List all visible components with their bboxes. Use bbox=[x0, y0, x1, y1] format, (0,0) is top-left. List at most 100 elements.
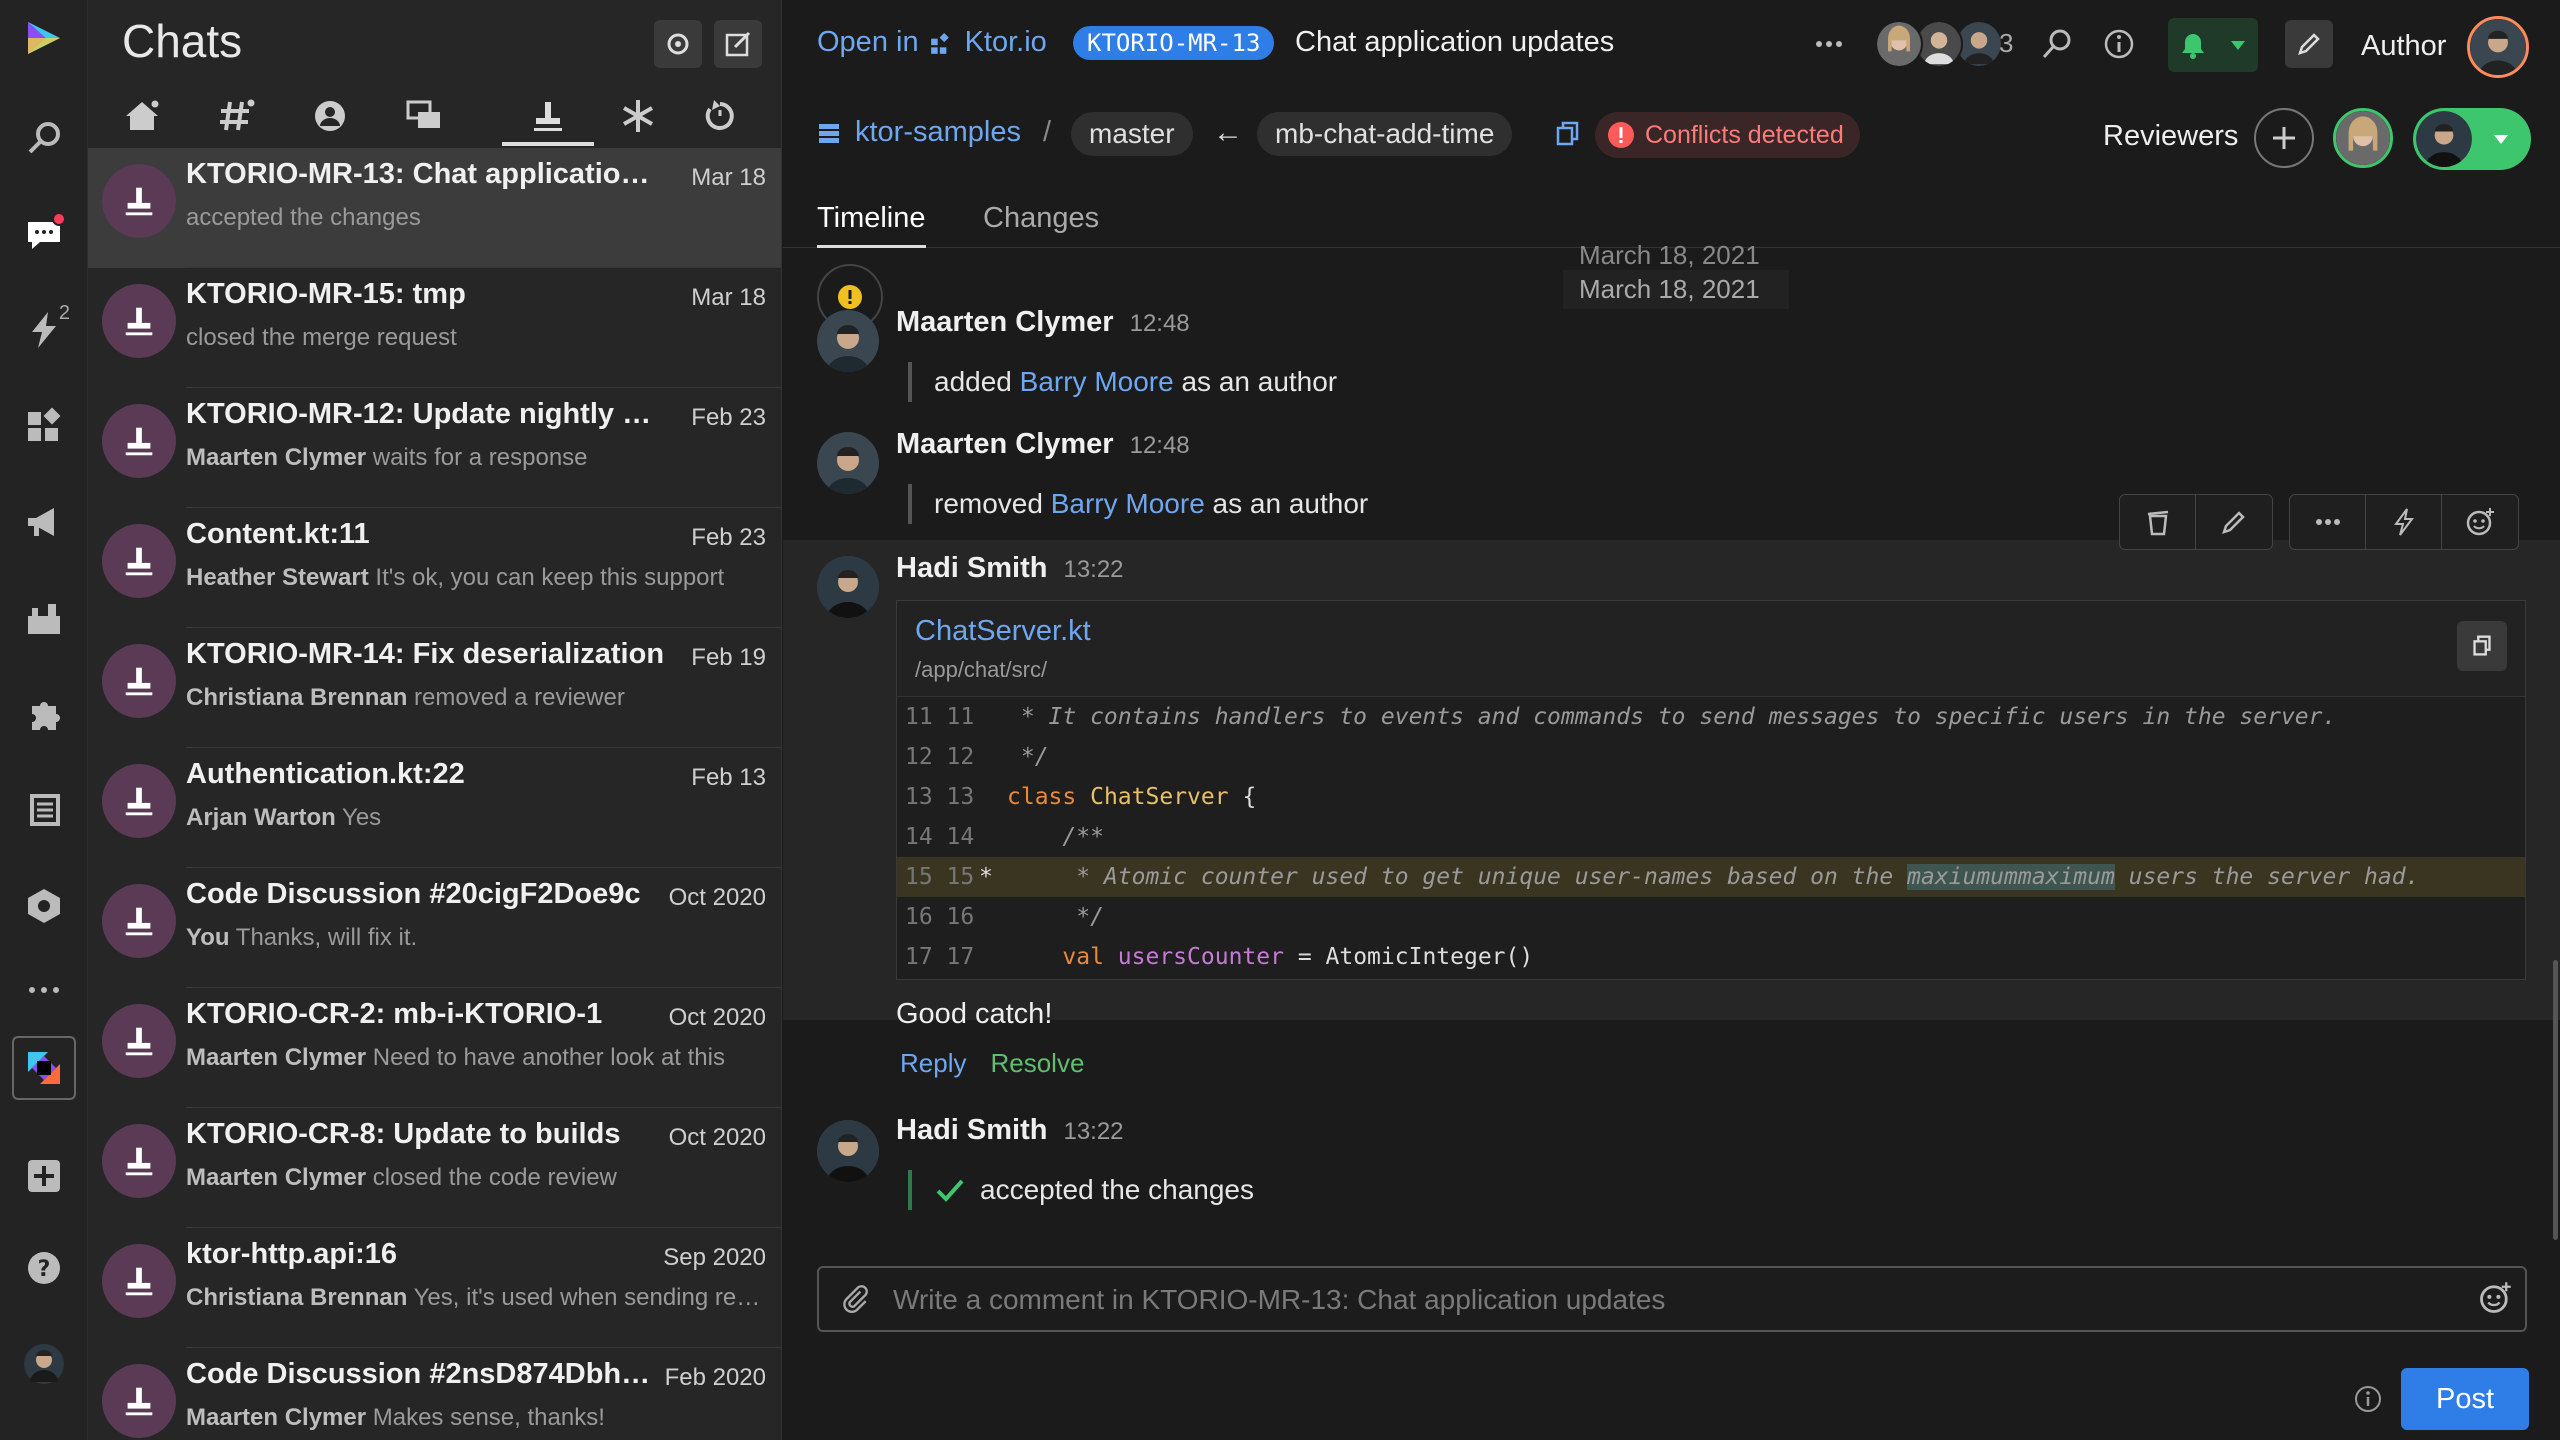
rail-extensions[interactable] bbox=[16, 686, 72, 742]
filter-channels[interactable] bbox=[188, 86, 284, 146]
filter-history[interactable] bbox=[672, 86, 768, 146]
chat-preview-author: Maarten Clymer bbox=[186, 1164, 367, 1191]
conflicts-text: Conflicts detected bbox=[1645, 120, 1844, 149]
source-branch[interactable]: mb-chat-add-time bbox=[1257, 112, 1513, 156]
chat-list-item[interactable]: Code Discussion #20cigF2Doe9c Oct 2020 You… bbox=[88, 868, 781, 988]
add-reviewer-button[interactable] bbox=[2254, 108, 2314, 168]
stamp-icon bbox=[125, 667, 153, 696]
chat-list-item[interactable]: Code Discussion #2nsD874Dbhxyz Feb 2020 Ma… bbox=[88, 1348, 781, 1440]
emoji-icon[interactable] bbox=[2477, 1280, 2513, 1316]
user-link[interactable]: Barry Moore bbox=[1020, 366, 1174, 398]
code-line[interactable]: 12 12 */ bbox=[897, 737, 2525, 777]
rail-packages[interactable] bbox=[16, 878, 72, 934]
user-avatar[interactable] bbox=[817, 432, 879, 494]
reviewer-status-dropdown[interactable] bbox=[2413, 108, 2531, 170]
timeline-scrollbar[interactable] bbox=[2553, 960, 2558, 1240]
chat-list-item[interactable]: KTORIO-MR-13: Chat application updates Ma… bbox=[88, 148, 781, 268]
trash-icon bbox=[2147, 510, 2168, 536]
rail-chats[interactable] bbox=[16, 206, 72, 262]
chat-list-item[interactable]: KTORIO-CR-8: Update to builds Oct 2020 Maa… bbox=[88, 1108, 781, 1228]
profile-avatar[interactable] bbox=[16, 1336, 72, 1392]
notifications-toggle[interactable] bbox=[2168, 18, 2258, 72]
message-automation-button[interactable] bbox=[2366, 495, 2442, 549]
file-link[interactable]: ChatServer.kt bbox=[915, 615, 1091, 648]
add-reaction-button[interactable] bbox=[2442, 495, 2518, 549]
rail-more[interactable] bbox=[16, 962, 72, 1018]
comment-input[interactable] bbox=[893, 1276, 2433, 1324]
more-icon bbox=[1816, 41, 1842, 47]
code-line[interactable]: 11 11 * It contains handlers to events a… bbox=[897, 697, 2525, 737]
rail-dashboard[interactable] bbox=[16, 398, 72, 454]
chat-preview-text: waits for a response bbox=[366, 444, 588, 471]
filter-threads[interactable] bbox=[376, 86, 472, 146]
chat-preview-author: Maarten Clymer bbox=[186, 1044, 367, 1071]
copy-code-button[interactable] bbox=[2457, 621, 2507, 671]
chat-list-item[interactable]: Content.kt:11 Feb 23 Heather Stewart It's … bbox=[88, 508, 781, 628]
user-avatar[interactable] bbox=[817, 310, 879, 372]
chat-list-item[interactable]: KTORIO-MR-15: tmp Mar 18 closed the merge … bbox=[88, 268, 781, 388]
chat-list-item[interactable]: Authentication.kt:22 Feb 13 Arjan Warton Y… bbox=[88, 748, 781, 868]
repository-link[interactable]: ktor-samples bbox=[817, 116, 1021, 149]
rail-help[interactable]: ? bbox=[16, 1240, 72, 1296]
packages-icon bbox=[28, 889, 60, 923]
filter-code-reviews[interactable] bbox=[500, 86, 596, 146]
chat-list-item[interactable]: ktor-http.api:16 Sep 2020 Christiana Brenn… bbox=[88, 1228, 781, 1348]
resolve-button[interactable]: Resolve bbox=[990, 1048, 1084, 1079]
new-chat-button[interactable] bbox=[714, 20, 762, 68]
chat-list-item[interactable]: KTORIO-MR-14: Fix deserialization Feb 19 C… bbox=[88, 628, 781, 748]
message-more-button[interactable] bbox=[2290, 495, 2366, 549]
more-actions-button[interactable] bbox=[1807, 22, 1851, 66]
user-avatar[interactable] bbox=[817, 556, 879, 618]
user-link[interactable]: Barry Moore bbox=[1051, 488, 1205, 520]
rail-documents[interactable] bbox=[16, 782, 72, 838]
discussion-author: Hadi Smith 13:22 bbox=[896, 552, 1124, 585]
attach-icon[interactable] bbox=[837, 1282, 871, 1316]
formatting-info-icon[interactable] bbox=[2353, 1384, 2383, 1414]
search-button[interactable] bbox=[2035, 22, 2079, 66]
chat-title: KTORIO-CR-2: mb-i-KTORIO-1 bbox=[186, 998, 603, 1030]
message-actions-toolbar bbox=[2119, 494, 2519, 550]
open-in-link[interactable]: Open in Ktor.io bbox=[817, 26, 1047, 59]
rail-automation[interactable]: 2 bbox=[16, 302, 72, 358]
author-avatar[interactable] bbox=[2467, 16, 2529, 78]
checkmark-icon bbox=[936, 1179, 964, 1202]
chat-list-item[interactable]: KTORIO-MR-12: Update nightly builds Feb 2… bbox=[88, 388, 781, 508]
rail-workspace[interactable] bbox=[16, 590, 72, 646]
chat-settings-button[interactable] bbox=[654, 20, 702, 68]
line-marker: * bbox=[979, 864, 993, 890]
stamp-icon bbox=[125, 1267, 153, 1296]
edit-button[interactable] bbox=[2285, 20, 2333, 68]
delete-message-button[interactable] bbox=[2120, 495, 2196, 549]
chat-title: Content.kt:11 bbox=[186, 518, 370, 550]
user-avatar[interactable] bbox=[817, 1120, 879, 1182]
participant-avatar bbox=[1875, 20, 1923, 68]
code-line[interactable]: 16 16 */ bbox=[897, 897, 2525, 937]
code-line[interactable]: 14 14 /** bbox=[897, 817, 2525, 857]
edit-message-button[interactable] bbox=[2196, 495, 2272, 549]
participants-avatars[interactable] bbox=[1875, 20, 2005, 70]
code-line[interactable]: 13 13 class ChatServer { bbox=[897, 777, 2525, 817]
conflicts-badge[interactable]: Conflicts detected bbox=[1595, 112, 1860, 158]
extensions-icon bbox=[32, 702, 60, 730]
rail-search[interactable] bbox=[16, 110, 72, 166]
chat-list-item[interactable]: KTORIO-CR-2: mb-i-KTORIO-1 Oct 2020 Maarte… bbox=[88, 988, 781, 1108]
mr-id-badge[interactable]: KTORIO-MR-13 bbox=[1073, 26, 1275, 60]
chat-preview-text: Yes, it's used when sending requests bbox=[413, 1284, 766, 1311]
tab-changes[interactable]: Changes bbox=[983, 202, 1099, 245]
copy-branch-button[interactable] bbox=[1545, 112, 1589, 156]
space-logo[interactable] bbox=[16, 10, 72, 66]
code-line[interactable]: 15 15 * * Atomic counter used to get uniq… bbox=[897, 857, 2525, 897]
target-branch[interactable]: master bbox=[1071, 112, 1193, 156]
filter-home[interactable] bbox=[94, 86, 190, 146]
reviewer-avatar[interactable] bbox=[2333, 108, 2393, 168]
rail-project[interactable] bbox=[12, 1036, 76, 1100]
info-button[interactable] bbox=[2097, 22, 2141, 66]
filter-direct[interactable] bbox=[282, 86, 378, 146]
reply-button[interactable]: Reply bbox=[900, 1048, 966, 1079]
rail-add[interactable] bbox=[16, 1148, 72, 1204]
code-line[interactable]: 17 17 val usersCounter = AtomicInteger() bbox=[897, 937, 2525, 977]
plus-icon bbox=[2273, 127, 2295, 149]
rail-blog[interactable] bbox=[16, 494, 72, 550]
tab-timeline[interactable]: Timeline bbox=[817, 202, 926, 248]
post-button[interactable]: Post bbox=[2401, 1368, 2529, 1430]
